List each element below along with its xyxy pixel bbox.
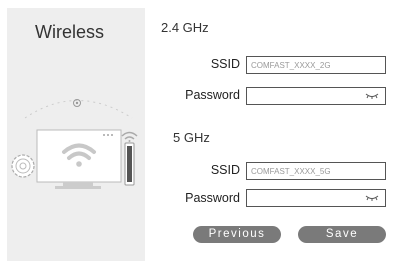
sidebar-title: Wireless <box>35 22 105 42</box>
password-24ghz-input[interactable] <box>250 90 364 107</box>
password-5ghz-label: Password <box>185 191 240 205</box>
eye-closed-icon[interactable] <box>365 193 379 203</box>
password-24ghz-label: Password <box>185 88 240 102</box>
sidebar-panel: Wireless <box>7 8 145 261</box>
password-24ghz-field[interactable] <box>246 87 386 107</box>
band-5ghz-title: 5 GHz <box>173 130 210 145</box>
ssid-5ghz-input[interactable] <box>246 162 386 180</box>
ssid-24ghz-input[interactable] <box>246 56 386 74</box>
previous-button[interactable]: Previous <box>193 226 281 243</box>
band-24ghz-title: 2.4 GHz <box>161 20 209 35</box>
save-button[interactable]: Save <box>298 226 386 243</box>
ssid-24ghz-label: SSID <box>210 57 240 71</box>
wireless-setup-page: Wireless 2.4 GHz SSID COMFAST_XXXX_2G Pa… <box>0 0 401 261</box>
router-monitor-wifi-illustration <box>11 99 138 189</box>
eye-closed-icon[interactable] <box>365 91 379 101</box>
password-5ghz-field[interactable] <box>246 189 386 209</box>
password-5ghz-input[interactable] <box>250 192 364 209</box>
ssid-5ghz-label: SSID <box>210 163 240 177</box>
